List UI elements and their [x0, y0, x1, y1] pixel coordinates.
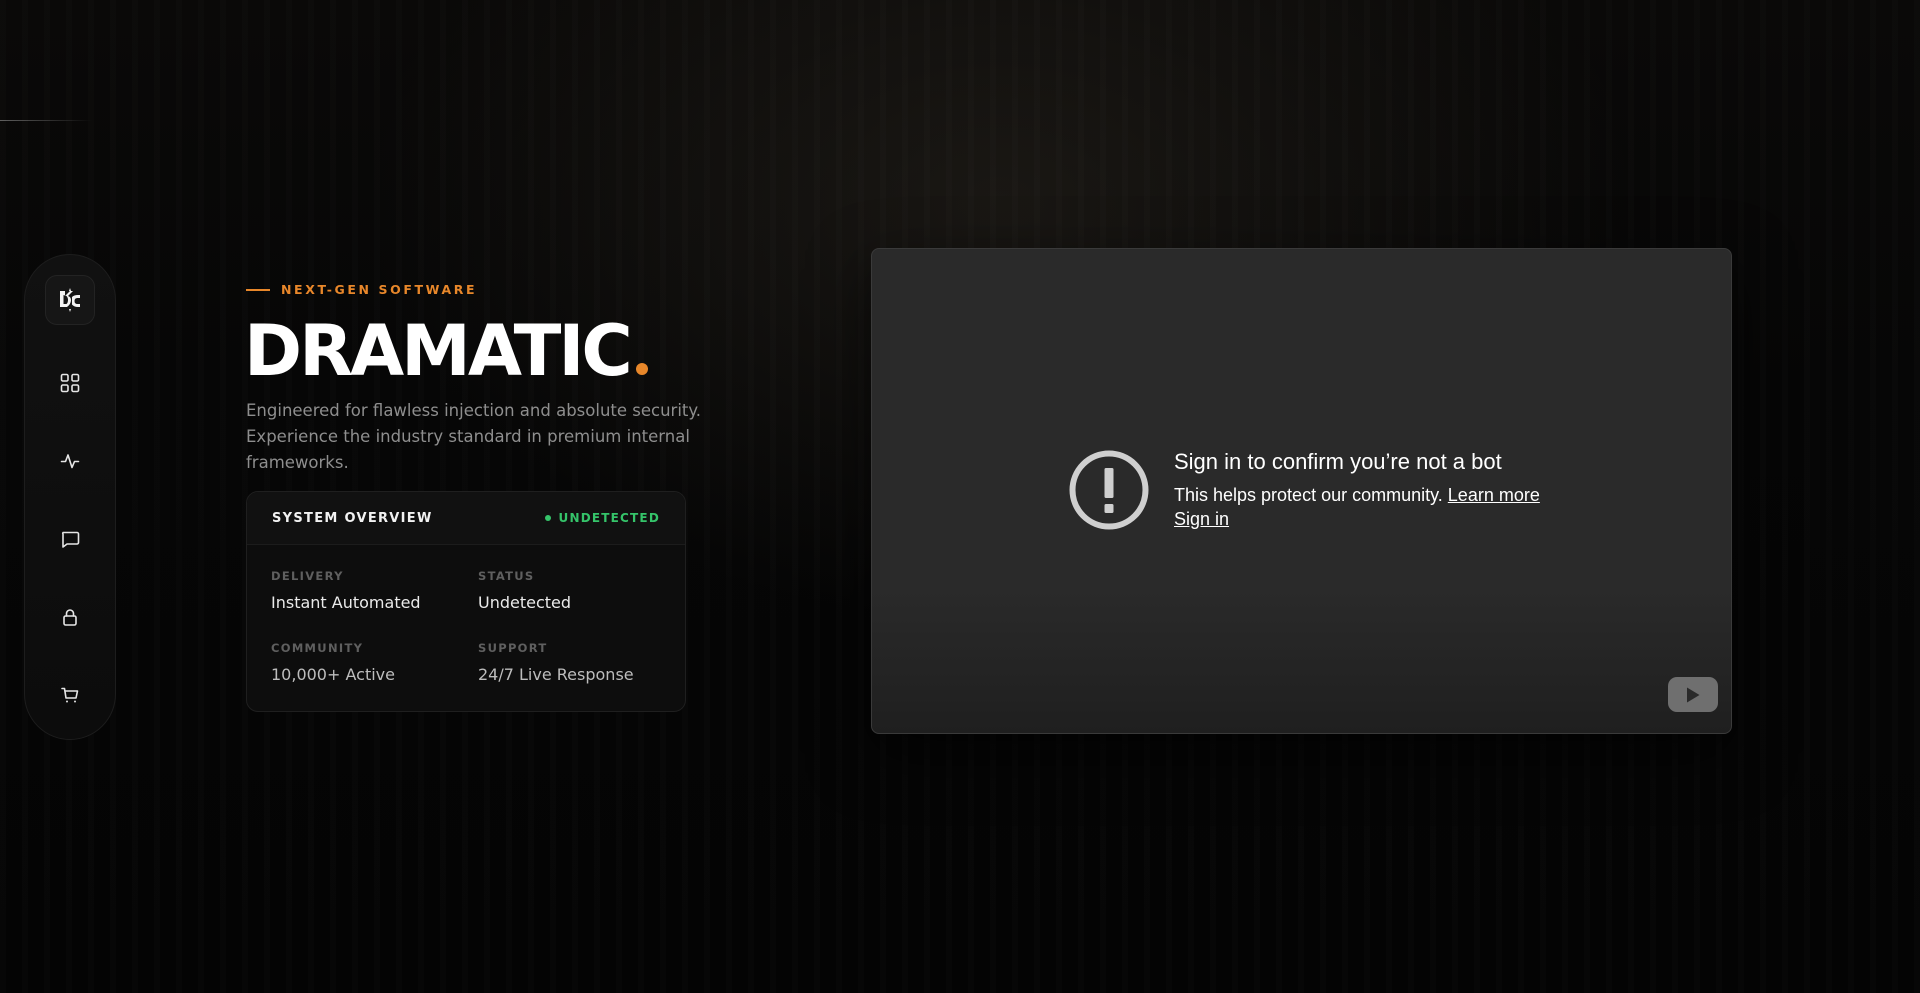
- system-overview-card: SYSTEM OVERVIEW UNDETECTED DELIVERY Inst…: [246, 491, 686, 712]
- play-icon: [1687, 687, 1700, 702]
- stat-value: 10,000+ Active: [271, 665, 395, 684]
- dc-logo-icon: [60, 288, 80, 312]
- status-badge-label: UNDETECTED: [558, 511, 660, 525]
- sidebar-nav: [24, 254, 116, 740]
- stat-delivery: DELIVERY Instant Automated: [271, 569, 461, 612]
- hero-title: DRAMATIC: [244, 306, 648, 396]
- sidebar-item-chat[interactable]: [49, 518, 91, 560]
- youtube-play-button[interactable]: [1668, 677, 1718, 712]
- eyebrow-accent-line: [246, 288, 270, 291]
- grid-icon: [60, 373, 80, 393]
- brand-logo[interactable]: [45, 275, 95, 325]
- sign-in-link[interactable]: Sign in: [1174, 509, 1229, 530]
- stat-value: Undetected: [478, 593, 572, 612]
- eyebrow-label: NEXT-GEN SOFTWARE: [281, 282, 478, 297]
- hero-title-text: DRAMATIC: [244, 310, 633, 392]
- sidebar-item-security[interactable]: [49, 596, 91, 638]
- stat-label: STATUS: [478, 569, 535, 583]
- stat-community: COMMUNITY 10,000+ Active: [271, 641, 461, 684]
- sidebar-item-status[interactable]: [49, 440, 91, 482]
- accent-dot-icon: [635, 363, 648, 375]
- card-header: SYSTEM OVERVIEW UNDETECTED: [247, 492, 685, 545]
- page: NEXT-GEN SOFTWARE DRAMATIC Engineered fo…: [0, 0, 1920, 993]
- hero-description: Engineered for flawless injection and ab…: [246, 401, 702, 472]
- stat-value: 24/7 Live Response: [478, 665, 634, 684]
- bot-check-body: This helps protect our community.: [1174, 485, 1443, 505]
- lock-icon: [63, 609, 77, 626]
- card-title: SYSTEM OVERVIEW: [272, 510, 433, 526]
- stat-value: Instant Automated: [271, 593, 421, 612]
- sidebar-item-shop[interactable]: [49, 674, 91, 716]
- stat-label: SUPPORT: [478, 641, 548, 655]
- bot-check-title: Sign in to confirm you’re not a bot: [1174, 449, 1502, 474]
- chat-icon: [62, 531, 80, 548]
- cart-icon: [61, 687, 79, 703]
- decorative-line: [0, 120, 92, 121]
- bot-check-message: This helps protect our community. Learn …: [1174, 485, 1540, 506]
- sidebar-item-dashboard[interactable]: [49, 362, 91, 404]
- status-dot-icon: [544, 515, 551, 521]
- stat-label: DELIVERY: [271, 569, 344, 583]
- stat-status: STATUS Undetected: [478, 569, 668, 612]
- video-embed[interactable]: Sign in to confirm you’re not a bot This…: [871, 248, 1732, 734]
- activity-icon: [60, 454, 80, 469]
- stat-support: SUPPORT 24/7 Live Response: [478, 641, 668, 684]
- alert-icon: [1069, 450, 1149, 530]
- stat-label: COMMUNITY: [271, 641, 364, 655]
- status-badge: UNDETECTED: [544, 511, 660, 525]
- hero-eyebrow: NEXT-GEN SOFTWARE: [246, 282, 477, 297]
- learn-more-link[interactable]: Learn more: [1448, 485, 1540, 505]
